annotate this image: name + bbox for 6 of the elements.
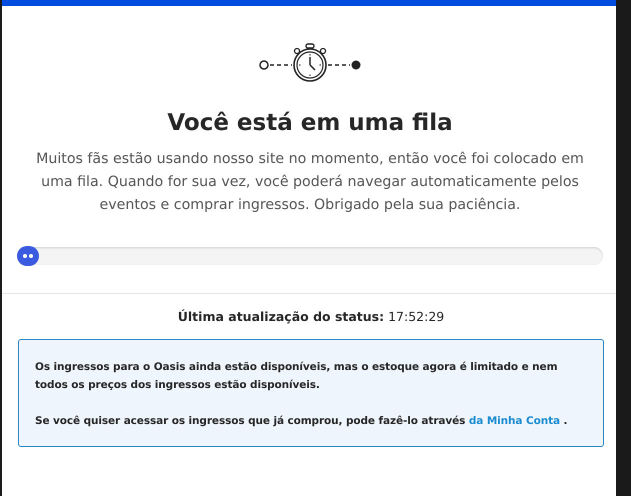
queue-heading: Você está em uma fila <box>167 110 453 136</box>
notice-text: Os ingressos para o Oasis ainda estão disponíveis, mas o estoque agora é limitado e nem todos os preços dos ingressos estão disponíveis. <box>35 360 558 393</box>
account-link[interactable]: da Minha Conta <box>468 415 560 427</box>
queue-message: Muitos fãs estão usando nosso site no momento, então você foi colocado em uma fila. Quando for sua vez, você poderá navegar automaticamente pelos eventos e comprar ingressos. Obrigado pela sua paciência. <box>35 150 585 215</box>
status-update: Última atualização do status: 17:52:29 <box>176 309 446 324</box>
account-text: Se você quiser acessar os ingressos que já comprou, pode fazê-lo através da Minha Conta . <box>35 414 568 429</box>
